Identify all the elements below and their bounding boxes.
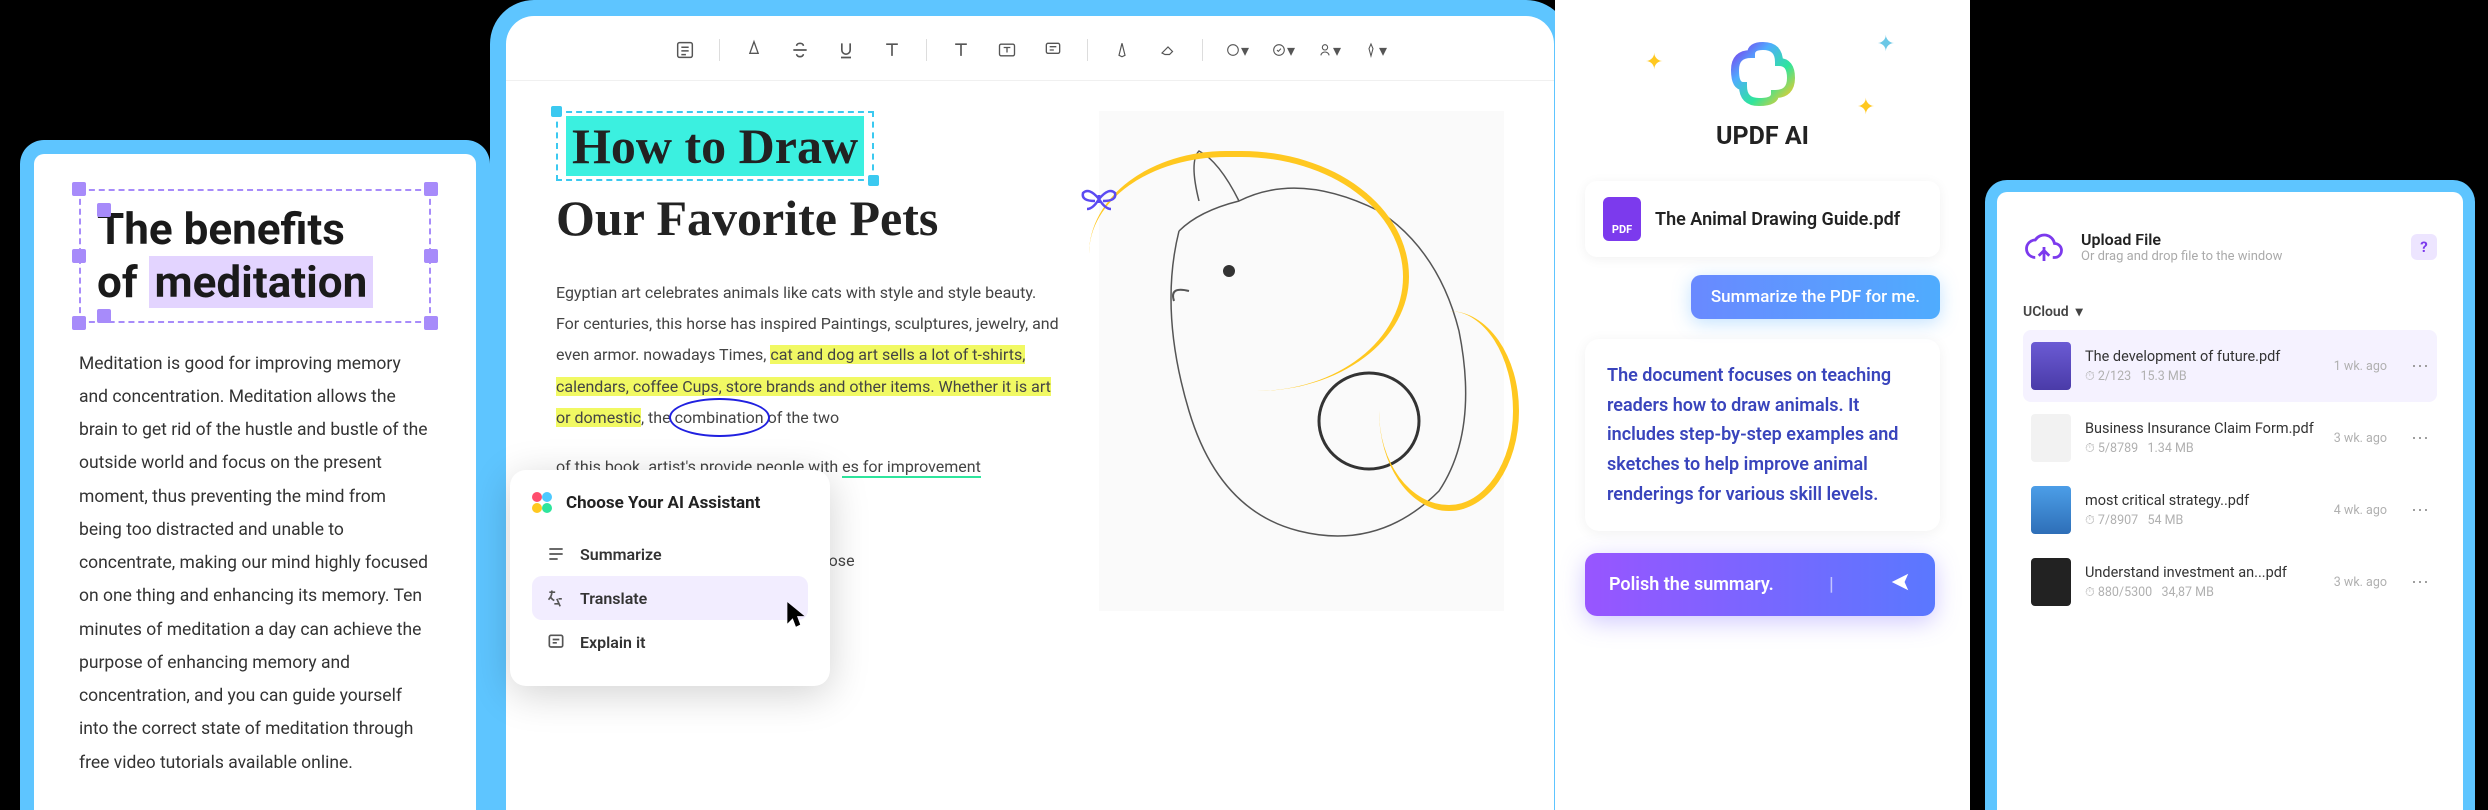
doc-title: How to Draw [566,116,864,176]
file-thumbnail [2031,486,2071,534]
highlighted-word: meditation [149,256,374,308]
upload-title: Upload File [2081,230,2282,249]
eraser-icon[interactable] [1156,38,1180,62]
attached-file-card[interactable]: PDF The Animal Drawing Guide.pdf [1585,181,1940,257]
cloud-tab[interactable]: UCloud ▾ [2023,290,2437,330]
doc-paragraph-1: Egyptian art celebrates animals like cat… [556,277,1059,433]
text-icon[interactable] [880,38,904,62]
ai-sidebar: ✦ ✦ ✦ UPDF AI PDF The Animal Drawing Gui… [1555,0,1970,810]
file-thumbnail [2031,414,2071,462]
text-selection-box[interactable]: The benefits of meditation [79,189,431,323]
circled-word: combination [675,402,764,433]
sparkle-icon: ✦ [1877,32,1895,57]
ai-assistant-popup: Choose Your AI Assistant Summarize Trans… [510,470,830,686]
text-tool-icon[interactable] [949,38,973,62]
more-icon[interactable]: ⋯ [2411,500,2429,521]
shape-icon[interactable]: ▾ [1225,38,1249,62]
sparkle-icon: ✦ [1645,50,1663,75]
signature-icon[interactable]: ▾ [1317,38,1341,62]
file-row[interactable]: Business Insurance Claim Form.pdf ⏱ 5/87… [2023,402,2437,474]
left-document-panel: The benefits of meditation Meditation is… [20,140,490,810]
ai-action-summarize[interactable]: Summarize [532,532,808,576]
more-icon[interactable]: ⋯ [2411,572,2429,593]
title-selection[interactable]: How to Draw [556,111,874,181]
left-doc-body: Meditation is good for improving memory … [79,348,431,780]
cursor-icon [784,600,810,637]
ai-action-explain[interactable]: Explain it [532,620,808,664]
ai-brand-header: ✦ ✦ ✦ UPDF AI [1585,40,1940,151]
help-icon[interactable]: ? [2411,234,2437,260]
send-icon[interactable] [1889,571,1911,598]
sticker-icon[interactable]: ▾ [1363,38,1387,62]
updf-logo-icon [532,492,554,514]
attached-filename: The Animal Drawing Guide.pdf [1655,209,1900,230]
file-row[interactable]: Understand investment an...pdf ⏱ 880/530… [2023,546,2437,618]
doc-subtitle: Our Favorite Pets [556,189,1059,247]
pencil-icon[interactable] [1110,38,1134,62]
green-underline: es for improvement [842,457,981,478]
ai-summary-response: The document focuses on teaching readers… [1585,339,1940,531]
left-doc-title: The benefits of meditation [97,203,413,309]
strikethrough-icon[interactable] [788,38,812,62]
ai-action-translate[interactable]: Translate [532,576,808,620]
user-message-bubble: Summarize the PDF for me. [1691,275,1940,319]
updf-ai-logo-icon [1729,40,1797,108]
file-row[interactable]: The development of future.pdf ⏱ 2/123 15… [2023,330,2437,402]
polish-summary-button[interactable]: Polish the summary. | [1585,553,1935,616]
callout-icon[interactable] [1041,38,1065,62]
more-icon[interactable]: ⋯ [2411,356,2429,377]
file-thumbnail [2031,342,2071,390]
editor-panel: ▾ ▾ ▾ ▾ How to Draw Our Favorite Pets Eg… [490,0,1570,810]
pdf-file-icon: PDF [1603,197,1641,241]
underline-icon[interactable] [834,38,858,62]
highlight-icon[interactable] [742,38,766,62]
file-thumbnail [2031,558,2071,606]
upload-subtitle: Or drag and drop file to the window [2081,249,2282,264]
document-image [1099,111,1504,611]
more-icon[interactable]: ⋯ [2411,428,2429,449]
file-row[interactable]: most critical strategy..pdf ⏱ 7/8907 54 … [2023,474,2437,546]
stamp-icon[interactable]: ▾ [1271,38,1295,62]
butterfly-drawing [1079,181,1119,226]
sparkle-icon: ✦ [1857,95,1875,120]
annotation-toolbar: ▾ ▾ ▾ ▾ [506,16,1554,81]
ai-popup-header: Choose Your AI Assistant [532,492,808,514]
file-browser-panel: Upload File Or drag and drop file to the… [1985,180,2475,810]
upload-file-area[interactable]: Upload File Or drag and drop file to the… [2023,218,2437,290]
textbox-icon[interactable] [995,38,1019,62]
upload-cloud-icon [2023,226,2065,268]
note-icon[interactable] [673,38,697,62]
